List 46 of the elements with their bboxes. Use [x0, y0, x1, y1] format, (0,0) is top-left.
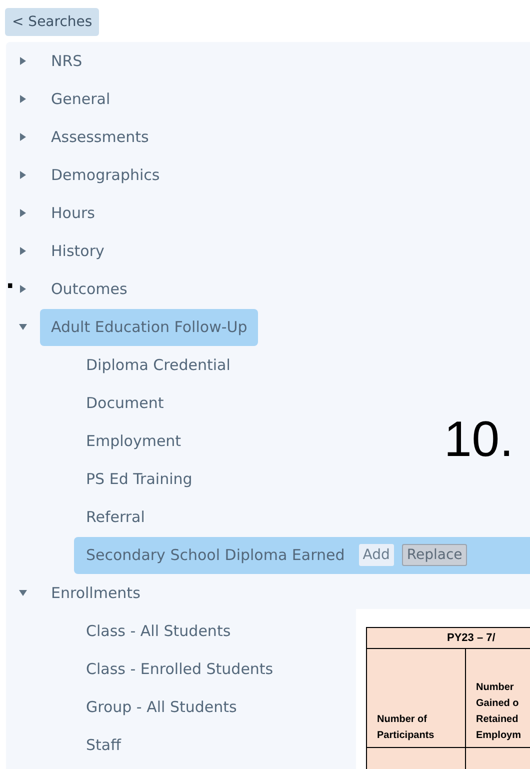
tree-item[interactable]: Adult Education Follow-Up — [40, 308, 258, 346]
tree-item[interactable]: Staff — [74, 726, 133, 764]
tree-item[interactable]: Group - All Students — [74, 688, 249, 726]
expand-triangle-icon[interactable] — [19, 57, 27, 65]
expand-triangle-icon[interactable] — [19, 209, 27, 217]
expand-triangle-icon[interactable] — [19, 133, 27, 141]
tree-item[interactable]: Document — [74, 384, 176, 422]
step-number: . — [4, 252, 16, 296]
tree-item[interactable]: History — [40, 232, 116, 270]
tree-item[interactable]: Outcomes — [40, 270, 138, 308]
column-header: Number of Participants — [366, 648, 466, 748]
item-label: Group - All Students — [86, 696, 237, 718]
expand-triangle-icon[interactable] — [19, 285, 27, 293]
expand-triangle-icon[interactable] — [19, 247, 27, 255]
tree-item[interactable]: Employment — [74, 422, 194, 460]
item-label: PS Ed Training — [86, 468, 192, 490]
replace-button[interactable]: Replace — [402, 544, 468, 566]
item-label: Employment — [86, 430, 182, 452]
item-label: Referral — [86, 506, 145, 528]
tree-item[interactable]: PS Ed Training — [74, 460, 204, 498]
tree-item[interactable]: Class - Enrolled Students — [74, 650, 286, 688]
expand-triangle-icon[interactable] — [19, 171, 27, 179]
tree-item[interactable]: Diploma Credential — [74, 346, 242, 384]
collapse-triangle-icon[interactable] — [19, 323, 27, 331]
tree-item[interactable]: Secondary School Diploma Earned Add Replace — [74, 536, 530, 574]
back-button[interactable]: < Searches — [5, 8, 100, 36]
tree-item[interactable]: Referral — [74, 498, 157, 536]
expand-triangle-icon[interactable] — [19, 95, 27, 103]
item-label: Document — [86, 392, 164, 414]
tree-item[interactable]: General — [40, 80, 122, 118]
collapse-triangle-icon[interactable] — [19, 589, 27, 597]
column-header: Number Gained o Retained Employm — [466, 648, 530, 748]
step-number: 10. — [444, 414, 514, 464]
tree-item[interactable]: Enrollments — [40, 574, 152, 612]
tree-item[interactable]: NRS — [40, 42, 94, 80]
item-label: Class - All Students — [86, 620, 231, 642]
tree-item[interactable]: Assessments — [40, 118, 160, 156]
add-button[interactable]: Add — [358, 544, 394, 566]
tree-item[interactable]: Class - All Students — [74, 612, 243, 650]
item-label: Secondary School Diploma Earned — [86, 544, 345, 566]
tree-item[interactable]: Hours — [40, 194, 106, 232]
item-label: Diploma Credential — [86, 354, 230, 376]
tree-item[interactable]: Demographics — [40, 156, 171, 194]
item-label: Staff — [86, 734, 121, 756]
table-title: PY23 – 7/ — [366, 628, 530, 648]
item-label: Class - Enrolled Students — [86, 658, 274, 680]
